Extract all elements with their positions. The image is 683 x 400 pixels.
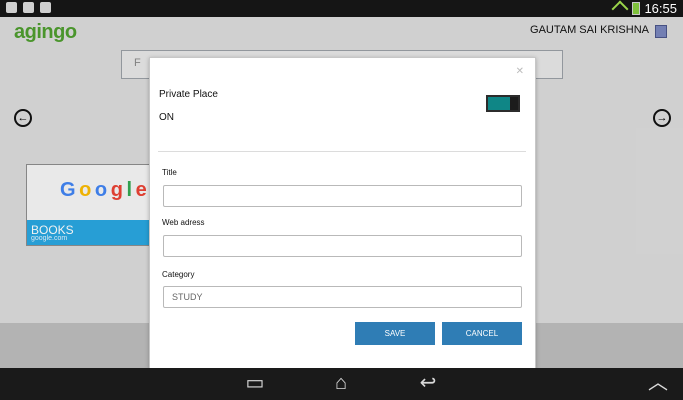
back-icon[interactable]: ↩: [415, 373, 441, 393]
web-address-label: Web adress: [162, 218, 205, 227]
home-status-icon: [6, 2, 17, 13]
status-time: 16:55: [644, 1, 677, 16]
private-place-toggle[interactable]: [486, 95, 520, 112]
category-field[interactable]: [163, 286, 522, 308]
title-field[interactable]: [163, 185, 522, 207]
checkbox-status-icon: [40, 2, 51, 13]
title-label: Title: [162, 168, 177, 177]
add-bookmark-dialog: ✕ Private Place ON Title Web adress Cate…: [149, 57, 536, 369]
battery-icon: [632, 2, 641, 15]
close-icon[interactable]: ✕: [516, 66, 524, 77]
wifi-icon: [611, 0, 629, 17]
status-bar: 16:55: [0, 0, 683, 17]
android-navigation-bar: ▭ ⌂ ↩ ︿: [0, 368, 683, 400]
toggle-knob: [510, 97, 518, 110]
chevron-up-icon[interactable]: ︿: [645, 373, 671, 393]
status-icons-right: 16:55: [611, 0, 677, 17]
save-button[interactable]: SAVE: [355, 322, 435, 345]
app-status-icon: [23, 2, 34, 13]
web-address-field[interactable]: [163, 235, 522, 257]
cancel-button[interactable]: CANCEL: [442, 322, 522, 345]
private-place-state: ON: [159, 112, 174, 123]
status-icons-left: [6, 2, 51, 13]
private-place-label: Private Place: [159, 89, 218, 100]
home-icon[interactable]: ⌂: [328, 373, 354, 393]
dialog-divider: [158, 151, 526, 152]
recents-icon[interactable]: ▭: [242, 373, 268, 393]
category-label: Category: [162, 270, 195, 279]
